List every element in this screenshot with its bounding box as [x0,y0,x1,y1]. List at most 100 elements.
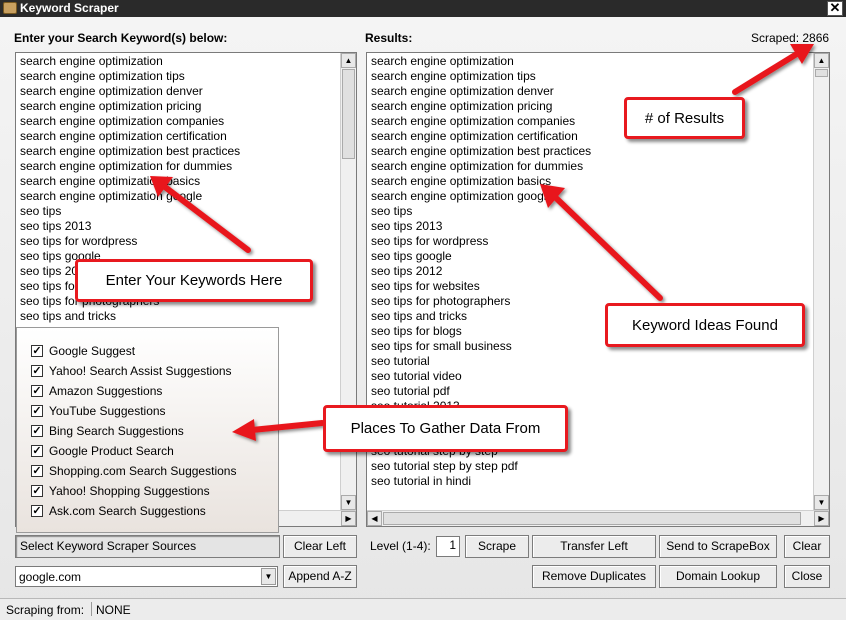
list-item[interactable]: seo tutorial step by step pdf [371,459,811,474]
scroll-up-icon[interactable]: ▲ [814,53,829,68]
source-label: Shopping.com Search Suggestions [49,464,237,478]
list-item[interactable]: search engine optimization certification [371,129,811,144]
source-label: Ask.com Search Suggestions [49,504,206,518]
status-bar: Scraping from: NONE [0,598,846,620]
checkbox-checked-icon[interactable]: ✓ [31,425,43,437]
list-item[interactable]: seo tips [20,204,338,219]
callout-gather-from: Places To Gather Data From [323,405,568,452]
sources-panel: ✓ Google Suggest ✓ Yahoo! Search Assist Sug… [16,327,279,533]
scroll-down-icon[interactable]: ▼ [341,495,356,510]
source-label: Amazon Suggestions [49,384,163,398]
list-item[interactable]: search engine optimization basics [20,174,338,189]
list-item[interactable]: seo tips and tricks [20,309,338,324]
source-option[interactable]: ✓ Ask.com Search Suggestions [31,503,206,519]
source-option[interactable]: ✓ YouTube Suggestions [31,403,166,419]
search-engine-value: google.com [19,570,82,584]
results-vscroll[interactable]: ▲ ▼ [813,53,829,510]
source-label: Yahoo! Shopping Suggestions [49,484,210,498]
list-item[interactable]: search engine optimization for dummies [20,159,338,174]
scraped-counter: Scraped: 2866 [751,31,829,45]
source-label: Google Product Search [49,444,174,458]
list-item[interactable]: seo tips 2013 [20,219,338,234]
remove-duplicates-button[interactable]: Remove Duplicates [532,565,656,588]
select-sources-button[interactable]: Select Keyword Scraper Sources [15,535,280,558]
clear-button[interactable]: Clear [784,535,830,558]
scroll-right-icon[interactable]: ▶ [814,511,829,526]
scraped-label: Scraped: [751,31,800,45]
list-item[interactable]: search engine optimization google [20,189,338,204]
transfer-left-button[interactable]: Transfer Left [532,535,656,558]
status-divider [91,602,92,616]
list-item[interactable]: seo tutorial pdf [371,384,811,399]
scroll-thumb[interactable] [342,69,355,159]
source-option[interactable]: ✓ Yahoo! Search Assist Suggestions [31,363,232,379]
checkbox-checked-icon[interactable]: ✓ [31,385,43,397]
list-item[interactable]: search engine optimization pricing [371,99,811,114]
results-listbox[interactable]: search engine optimization search engine … [366,52,830,527]
source-option[interactable]: ✓ Shopping.com Search Suggestions [31,463,236,479]
source-label: YouTube Suggestions [49,404,166,418]
list-item[interactable]: search engine optimization google [371,189,811,204]
checkbox-checked-icon[interactable]: ✓ [31,505,43,517]
list-item[interactable]: seo tips for wordpress [20,234,338,249]
append-az-button[interactable]: Append A-Z [283,565,357,588]
list-item[interactable]: seo tutorial in hindi [371,474,811,489]
window-close-button[interactable]: ✕ [827,1,843,16]
list-item[interactable]: search engine optimization denver [20,84,338,99]
list-item[interactable]: search engine optimization denver [371,84,811,99]
level-label: Level (1-4): [370,539,431,553]
list-item[interactable]: search engine optimization pricing [20,99,338,114]
scroll-down-icon[interactable]: ▼ [814,495,829,510]
list-item[interactable]: seo tutorial video [371,369,811,384]
checkbox-checked-icon[interactable]: ✓ [31,345,43,357]
list-item[interactable]: seo tutorial [371,354,811,369]
checkbox-checked-icon[interactable]: ✓ [31,485,43,497]
list-item[interactable]: search engine optimization [371,54,811,69]
list-item[interactable]: search engine optimization best practice… [20,144,338,159]
results-hscroll[interactable]: ◀ ▶ [367,510,829,526]
checkbox-checked-icon[interactable]: ✓ [31,465,43,477]
source-option[interactable]: ✓ Yahoo! Shopping Suggestions [31,483,210,499]
scroll-thumb[interactable] [815,69,828,77]
scrape-button[interactable]: Scrape [465,535,529,558]
source-option[interactable]: ✓ Google Product Search [31,443,174,459]
list-item[interactable]: search engine optimization certification [20,129,338,144]
scroll-right-icon[interactable]: ▶ [341,511,356,526]
search-engine-select[interactable]: google.com ▼ [15,566,278,587]
list-item[interactable]: search engine optimization companies [20,114,338,129]
scroll-up-icon[interactable]: ▲ [341,53,356,68]
list-item[interactable]: seo tips 2012 [371,264,811,279]
checkbox-checked-icon[interactable]: ✓ [31,405,43,417]
source-label: Yahoo! Search Assist Suggestions [49,364,232,378]
clear-left-button[interactable]: Clear Left [283,535,357,558]
callout-results-count: # of Results [624,97,745,139]
send-to-scrapebox-button[interactable]: Send to ScrapeBox [659,535,777,558]
list-item[interactable]: seo tips [371,204,811,219]
checkbox-checked-icon[interactable]: ✓ [31,445,43,457]
close-button[interactable]: Close [784,565,830,588]
list-item[interactable]: seo tips google [371,249,811,264]
list-item[interactable]: search engine optimization companies [371,114,811,129]
list-item[interactable]: seo tips for websites [371,279,811,294]
scroll-left-icon[interactable]: ◀ [367,511,382,526]
source-label: Bing Search Suggestions [49,424,184,438]
checkbox-checked-icon[interactable]: ✓ [31,365,43,377]
list-item[interactable]: seo tips for wordpress [371,234,811,249]
scroll-thumb[interactable] [383,512,801,525]
list-item[interactable]: search engine optimization [20,54,338,69]
source-option[interactable]: ✓ Bing Search Suggestions [31,423,184,439]
level-input[interactable]: 1 [436,536,460,557]
list-item[interactable]: seo tips 2013 [371,219,811,234]
list-item[interactable]: search engine optimization tips [371,69,811,84]
source-option[interactable]: ✓ Amazon Suggestions [31,383,162,399]
chevron-down-icon[interactable]: ▼ [261,568,276,585]
app-box-icon [3,2,17,14]
list-item[interactable]: search engine optimization for dummies [371,159,811,174]
list-item[interactable]: search engine optimization tips [20,69,338,84]
list-item[interactable]: search engine optimization best practice… [371,144,811,159]
status-value: NONE [96,603,131,617]
list-item[interactable]: search engine optimization basics [371,174,811,189]
domain-lookup-button[interactable]: Domain Lookup [659,565,777,588]
source-option[interactable]: ✓ Google Suggest [31,343,135,359]
keywords-heading: Enter your Search Keyword(s) below: [14,31,228,45]
